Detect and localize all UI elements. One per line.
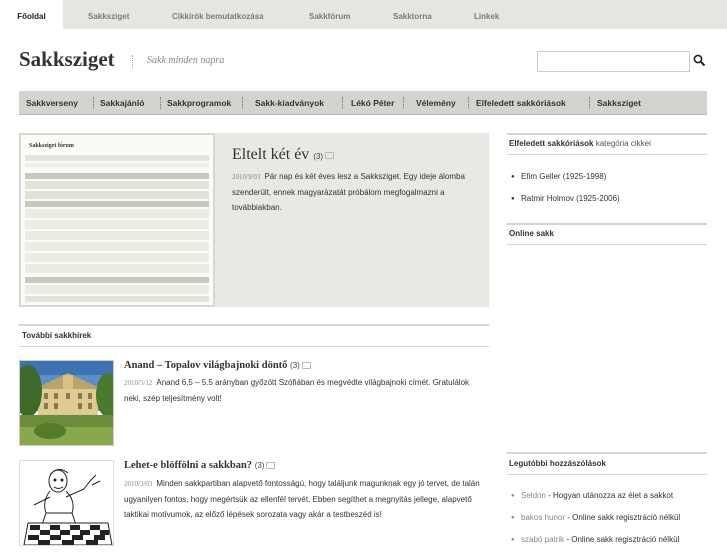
comment-bubble-icon — [266, 462, 276, 470]
tab-sakktorna[interactable]: Sakktorna — [393, 0, 432, 29]
excerpt-text: Minden sakkpartiban alapvető fontosságú,… — [124, 479, 480, 519]
featured-post-excerpt: 2010/9/03 Pár nap és két éves lesz a Sakk… — [232, 169, 482, 215]
comment-count[interactable]: (3) — [313, 152, 323, 161]
nav-leko-peter[interactable]: Lékó Péter — [351, 91, 394, 115]
sidebar-divider — [507, 223, 707, 225]
featured-post-title[interactable]: Eltelt két év (3) — [232, 146, 335, 164]
category-article-list: Efim Geller (1925-1998) Ratmir Holmov (1… — [509, 171, 705, 215]
post-excerpt: 2010/5/12 Anand 6.5 – 5.5 arányban győzöt… — [124, 375, 484, 406]
sidebar-divider — [507, 452, 707, 454]
comment-author[interactable]: bakos hunor — [521, 513, 565, 522]
article-link[interactable]: Efim Geller (1925-1998) — [521, 172, 606, 181]
title-divider — [132, 55, 133, 69]
sidebar-divider — [507, 133, 707, 135]
list-item: szabó patrik - Online sakk regisztráció … — [509, 534, 719, 556]
nav-divider — [589, 97, 590, 109]
comment-bubble-icon — [301, 362, 311, 370]
recent-comments-list: Seldon - Hogyan utánozza az élet a sakko… — [509, 490, 719, 556]
online-chess-heading: Online sakk — [509, 229, 554, 238]
article-link[interactable]: Ratmir Holmov (1925-2006) — [521, 194, 620, 203]
tab-linkek[interactable]: Linkek — [474, 0, 499, 29]
featured-thumbnail[interactable]: Sakksziget fórum — [19, 133, 215, 307]
post-date: 2010/3/03 — [124, 480, 153, 488]
sidebar-divider — [507, 474, 707, 475]
comment-separator: - — [545, 491, 554, 500]
comment-post-link[interactable]: Online sakk regisztráció nélkül — [571, 535, 679, 544]
section-divider — [19, 346, 489, 347]
sidebar-divider — [507, 244, 707, 245]
nav-divider — [403, 97, 404, 109]
post-excerpt: 2010/3/03 Minden sakkpartiban alapvető fo… — [124, 476, 484, 522]
nav-divider — [160, 97, 161, 109]
list-item[interactable]: Ratmir Holmov (1925-2006) — [509, 193, 705, 215]
post-title-text[interactable]: Lehet-e blöffölni a sakkban? — [124, 460, 252, 471]
comment-author[interactable]: szabó patrik — [521, 535, 564, 544]
nav-divider — [242, 97, 243, 109]
nav-divider — [468, 97, 469, 109]
comment-post-link[interactable]: Online sakk regisztráció nélkül — [572, 513, 680, 522]
nav-sakksziget[interactable]: Sakksziget — [597, 91, 641, 115]
comment-post-link[interactable]: Hogyan utánozza az élet a sakkot — [553, 491, 673, 500]
site-slogan: Sakk minden napra — [147, 55, 225, 66]
category-name[interactable]: Elfeledett sakkóriások — [509, 139, 593, 148]
post-title-anand-topalov[interactable]: Anand – Topalov világbajnoki döntő (3) — [124, 360, 311, 371]
nav-sakkverseny[interactable]: Sakkverseny — [26, 91, 78, 115]
post-date: 2010/9/03 — [232, 173, 261, 181]
top-navigation: Főoldal Sakksziget Cikkírók bemutatkozás… — [0, 0, 727, 29]
comment-author[interactable]: Seldon — [521, 491, 546, 500]
comment-count[interactable]: (3) — [290, 361, 300, 370]
post-thumbnail-palace[interactable] — [19, 360, 114, 446]
tab-cikkirok[interactable]: Cikkírók bemutatkozása — [172, 0, 264, 29]
list-item[interactable]: Efim Geller (1925-1998) — [509, 171, 705, 193]
main-navigation: Sakkverseny Sakkajánló Sakkprogramok Sak… — [19, 91, 707, 115]
site-title[interactable]: Sakksziget — [19, 47, 115, 72]
section-divider — [19, 324, 489, 326]
nav-divider — [93, 97, 94, 109]
nav-sakkajanlo[interactable]: Sakkajánló — [100, 91, 144, 115]
post-title-text[interactable]: Anand – Topalov világbajnoki döntő — [124, 360, 287, 371]
recent-comments-heading: Legutóbbi hozzászólások — [509, 459, 606, 468]
comment-bubble-icon — [325, 151, 335, 159]
post-thumbnail-cartoon[interactable] — [19, 460, 114, 546]
category-widget-heading: Elfeledett sakkóriások kategória cikkei — [509, 139, 651, 148]
nav-sakk-kiadvanyok[interactable]: Sakk-kiadványok — [255, 91, 324, 115]
sidebar-divider — [507, 154, 707, 155]
tab-fooldal[interactable]: Főoldal — [0, 0, 63, 29]
forum-title-text: Sakksziget fórum — [29, 143, 74, 149]
more-news-heading: További sakkhírek — [22, 331, 92, 340]
tab-sakksziget[interactable]: Sakksziget — [88, 0, 129, 29]
nav-divider — [342, 97, 343, 109]
tab-sakkforum[interactable]: Sakkfórum — [309, 0, 350, 29]
category-heading-suffix: kategória cikkei — [595, 139, 651, 148]
post-title-bluff[interactable]: Lehet-e blöffölni a sakkban? (3) — [124, 460, 276, 471]
list-item: bakos hunor - Online sakk regisztráció n… — [509, 512, 719, 534]
search-input[interactable] — [537, 51, 690, 72]
featured-title-text[interactable]: Eltelt két év — [232, 146, 309, 163]
excerpt-text: Pár nap és két éves lesz a Sakksziget. E… — [232, 172, 465, 212]
list-item: Seldon - Hogyan utánozza az élet a sakko… — [509, 490, 719, 512]
comment-count[interactable]: (3) — [255, 461, 265, 470]
search-icon[interactable] — [692, 53, 708, 69]
nav-velemeny[interactable]: Vélemény — [416, 91, 456, 115]
nav-sakkprogramok[interactable]: Sakkprogramok — [167, 91, 231, 115]
nav-elfeledett-sakkoriasok[interactable]: Elfeledett sakkóriások — [476, 91, 566, 115]
excerpt-text: Anand 6.5 – 5.5 arányban győzött Szófiáb… — [124, 378, 470, 403]
post-date: 2010/5/12 — [124, 379, 153, 387]
